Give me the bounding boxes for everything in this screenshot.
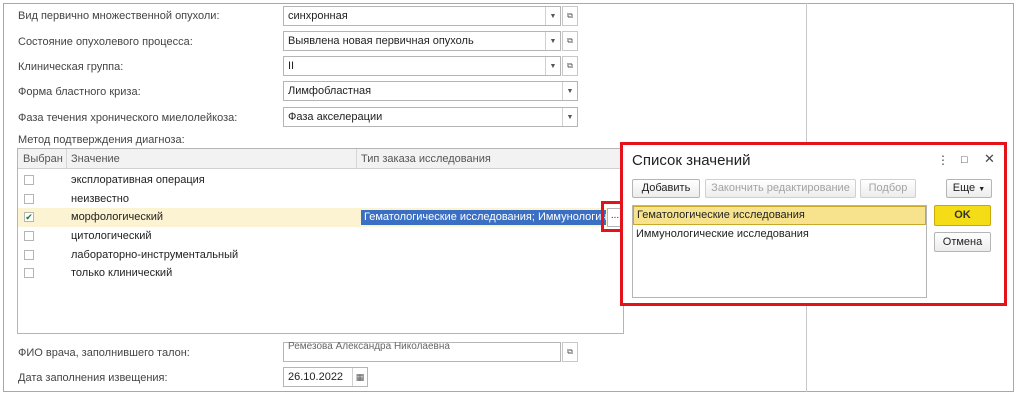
clinical-group-value: II	[288, 60, 295, 72]
field-label-cml-phase: Фаза течения хронического миелолейкоза:	[18, 112, 238, 124]
column-header-order-type[interactable]: Тип заказа исследования	[356, 149, 491, 169]
row-checkbox[interactable]	[24, 194, 34, 204]
more-label: Еще	[952, 182, 976, 194]
column-header-value[interactable]: Значение	[66, 149, 120, 169]
dialog-title: Список значений	[632, 152, 751, 169]
list-item[interactable]: Иммунологические исследования	[633, 225, 926, 244]
maximize-icon[interactable]: □	[961, 154, 968, 166]
row-value: цитологический	[71, 230, 152, 242]
chevron-down-icon[interactable]: ▼	[562, 108, 577, 126]
field-label-blast-crisis: Форма бластного криза:	[18, 86, 141, 98]
close-icon[interactable]: ✕	[984, 151, 995, 167]
value-list[interactable]: Гематологические исследования Иммунологи…	[632, 205, 927, 298]
table-header: Выбран Значение Тип заказа исследования	[18, 149, 623, 169]
doctor-value: Ремезова Александра Николаевна	[288, 340, 450, 352]
field-label-tumor-type: Вид первично множественной опухоли:	[18, 10, 220, 22]
cml-phase-value: Фаза акселерации	[288, 111, 383, 123]
blast-crisis-select[interactable]: Лимфобластная ▼	[283, 81, 578, 101]
blast-crisis-value: Лимфобластная	[288, 85, 372, 97]
row-checkbox[interactable]	[24, 175, 34, 185]
tumor-type-value: синхронная	[288, 10, 348, 22]
tumor-type-select[interactable]: синхронная ▼	[283, 6, 561, 26]
open-form-icon[interactable]: ⧉	[562, 56, 578, 76]
doctor-label: ФИО врача, заполнившего талон:	[18, 347, 190, 359]
row-value: эксплоративная операция	[71, 174, 205, 186]
open-form-icon[interactable]: ⧉	[562, 6, 578, 26]
table-row-selected[interactable]: ✔ морфологический Гематологические иссле…	[18, 208, 623, 227]
process-state-value: Выявлена новая первичная опухоль	[288, 35, 474, 47]
clinical-group-select[interactable]: II ▼	[283, 56, 561, 76]
process-state-select[interactable]: Выявлена новая первичная опухоль ▼	[283, 31, 561, 51]
more-menu-button[interactable]: Еще ▼	[946, 179, 992, 198]
list-item-selected[interactable]: Гематологические исследования	[633, 206, 926, 225]
table-row[interactable]: лабораторно-инструментальный	[18, 246, 623, 265]
chevron-down-icon: ▼	[978, 186, 986, 193]
chevron-down-icon[interactable]: ▼	[562, 82, 577, 100]
finish-editing-button[interactable]: Закончить редактирование	[705, 179, 856, 198]
method-table[interactable]: Выбран Значение Тип заказа исследования …	[17, 148, 624, 334]
more-vert-icon[interactable]: ⋮	[937, 153, 949, 167]
table-row[interactable]: цитологический	[18, 227, 623, 246]
field-label-clinical-group: Клиническая группа:	[18, 61, 124, 73]
date-field[interactable]: 26.10.2022 ▦	[283, 367, 368, 387]
row-value: неизвестно	[71, 193, 129, 205]
method-label: Метод подтверждения диагноза:	[18, 134, 185, 146]
pick-button[interactable]: Подбор	[860, 179, 916, 198]
ok-button[interactable]: OK	[934, 205, 991, 226]
chevron-down-icon[interactable]: ▼	[545, 7, 560, 25]
row-checkbox[interactable]	[24, 250, 34, 260]
cml-phase-select[interactable]: Фаза акселерации ▼	[283, 107, 578, 127]
open-form-icon[interactable]: ⧉	[562, 31, 578, 51]
row-value: морфологический	[71, 211, 163, 223]
row-value: только клинический	[71, 267, 173, 279]
cancel-button[interactable]: Отмена	[934, 232, 991, 252]
value-list-dialog: Список значений ⋮ □ ✕ Добавить Закончить…	[620, 142, 1007, 306]
date-label: Дата заполнения извещения:	[18, 372, 168, 384]
date-value: 26.10.2022	[288, 371, 344, 383]
table-row[interactable]: неизвестно	[18, 190, 623, 209]
checkmark-icon[interactable]: ✔	[24, 212, 34, 222]
add-button[interactable]: Добавить	[632, 179, 700, 198]
open-form-icon[interactable]: ⧉	[562, 342, 578, 362]
field-label-process-state: Состояние опухолевого процесса:	[18, 36, 193, 48]
calendar-icon[interactable]: ▦	[352, 368, 367, 386]
row-value: лабораторно-инструментальный	[71, 249, 239, 261]
table-row[interactable]: только клинический	[18, 264, 623, 283]
chevron-down-icon[interactable]: ▼	[545, 57, 560, 75]
row-checkbox[interactable]	[24, 231, 34, 241]
order-type-cell[interactable]: Гематологические исследования; Иммунолог…	[361, 210, 606, 225]
table-row[interactable]: эксплоративная операция	[18, 171, 623, 190]
row-checkbox[interactable]	[24, 268, 34, 278]
doctor-field[interactable]: Ремезова Александра Николаевна	[283, 340, 561, 362]
column-header-selected[interactable]: Выбран	[18, 149, 63, 169]
chevron-down-icon[interactable]: ▼	[545, 32, 560, 50]
